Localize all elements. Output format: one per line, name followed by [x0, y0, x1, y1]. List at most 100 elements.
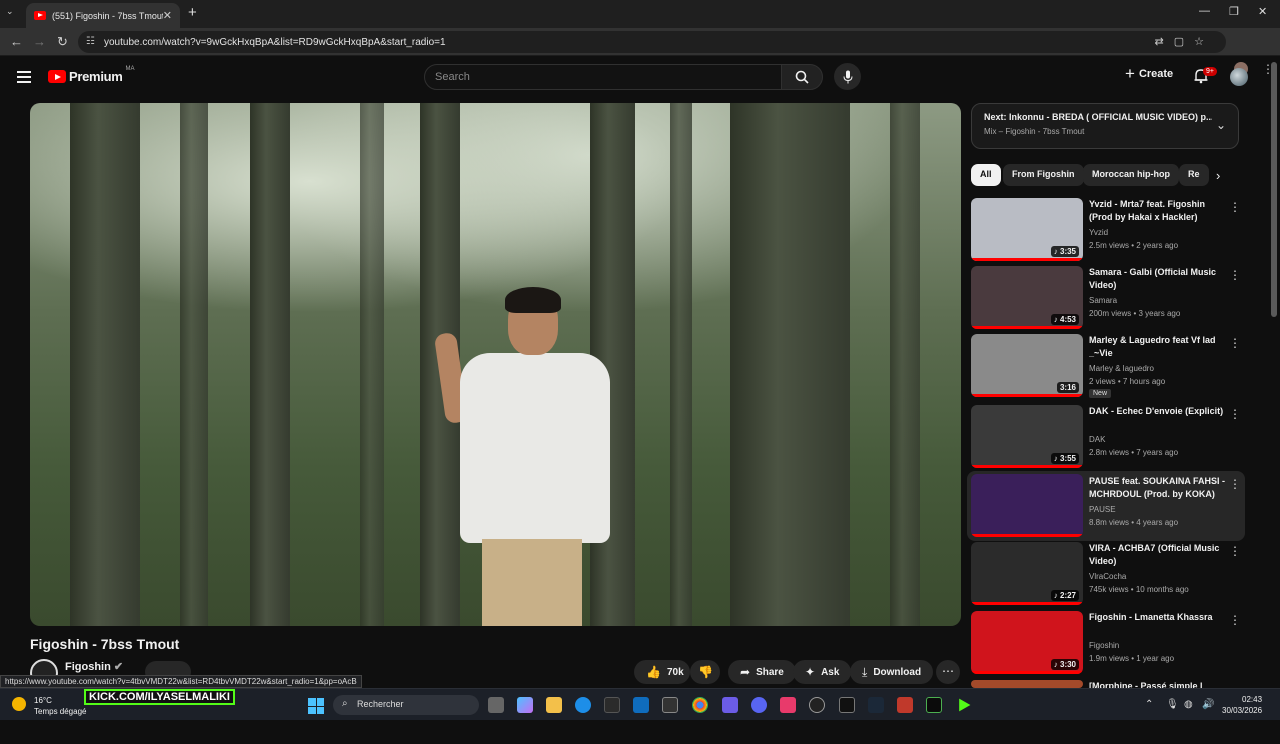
recommendation-channel[interactable]: PAUSE [1089, 505, 1116, 514]
video-thumbnail[interactable] [971, 474, 1083, 537]
chip-from-figoshin[interactable]: From Figoshin [1003, 164, 1084, 186]
recommendation-title[interactable]: Samara - Galbi (Official Music Video) [1089, 266, 1227, 292]
app-icon[interactable] [897, 697, 913, 713]
video-thumbnail[interactable]: ♪ 4:53 [971, 266, 1083, 329]
new-tab-button[interactable]: + [188, 4, 197, 21]
more-options-icon[interactable]: ⋮ [1229, 544, 1241, 558]
volume-icon[interactable]: 🔊 [1202, 699, 1214, 710]
recommendation-title[interactable]: Figoshin - Lmanetta Khassra [1089, 611, 1227, 624]
download-button[interactable]: ⤓ Download [850, 660, 934, 684]
app-icon[interactable] [780, 697, 796, 713]
video-thumbnail[interactable]: ♪ 3:35 [971, 198, 1083, 261]
video-thumbnail[interactable]: 3:16 [971, 334, 1083, 397]
task-view-icon[interactable] [488, 697, 504, 713]
system-clock[interactable]: 02:43 30/03/2026 [1222, 694, 1262, 716]
page-scrollbar[interactable] [1271, 62, 1277, 317]
recommendation-item[interactable]: PAUSE feat. SOUKAINA FAHSI - MCHRDOUL (P… [967, 471, 1245, 541]
recommendation-item[interactable]: ♪ 3:35 Yvzid - Mrta7 feat. Figoshin (Prod… [971, 198, 1243, 262]
more-options-icon[interactable]: ⋮ [1229, 407, 1241, 421]
youtube-logo[interactable]: Premium MA [48, 66, 135, 84]
restore-icon[interactable]: ❐ [1229, 5, 1239, 18]
copilot-icon[interactable] [517, 697, 533, 713]
recommendation-item[interactable]: 3:16 Marley & Laguedro feat Vf lad _~Vie M… [971, 334, 1243, 398]
recommendation-channel[interactable]: Samara [1089, 296, 1117, 305]
more-options-icon[interactable]: ⋮ [1229, 613, 1241, 627]
app-icon[interactable] [839, 697, 855, 713]
app-icon[interactable] [809, 697, 825, 713]
discord-icon[interactable] [751, 697, 767, 713]
video-player[interactable] [30, 103, 961, 626]
chip-moroccan-hip-hop[interactable]: Moroccan hip-hop [1083, 164, 1179, 186]
forward-icon[interactable]: → [33, 34, 46, 49]
dislike-button[interactable]: 👎 [690, 660, 720, 684]
tab-youtube[interactable]: (551) Figoshin - 7bss Tmout - Yo ✕ [26, 3, 180, 28]
more-options-icon[interactable]: ⋮ [1229, 477, 1241, 491]
steam-icon[interactable] [868, 697, 884, 713]
video-thumbnail[interactable]: ♪ 3:30 [971, 611, 1083, 674]
chrome-icon[interactable] [692, 697, 708, 713]
menu-icon[interactable] [17, 71, 31, 86]
recommendation-title[interactable]: Marley & Laguedro feat Vf lad _~Vie [1089, 334, 1227, 360]
address-bar-row: ← → ↻ ☷ youtube.com/watch?v=9wGckHxqBpA&… [0, 28, 1280, 76]
omnibox-actions-icon[interactable]: ⇄▢☆ [1155, 35, 1214, 48]
taskbar-search-input[interactable]: ⌕ Rechercher [333, 695, 479, 715]
play-icon[interactable] [959, 698, 971, 712]
ask-button[interactable]: ✦ Ask [793, 660, 852, 684]
chip-re[interactable]: Re [1179, 164, 1209, 186]
store-icon[interactable] [662, 697, 678, 713]
game-icon[interactable] [722, 697, 738, 713]
more-options-icon[interactable]: ⋮ [1229, 268, 1241, 282]
video-thumbnail[interactable]: ♪ 2:27 [971, 542, 1083, 605]
recommendation-item[interactable]: ♪ 2:27 VIRA - ACHBA7 (Official Music Vide… [971, 542, 1243, 606]
recommendation-channel[interactable]: VlraCocha [1089, 572, 1126, 581]
file-explorer-icon[interactable] [546, 697, 562, 713]
more-actions-button[interactable]: ⋯ [936, 660, 960, 684]
recommendation-title[interactable]: Yvzid - Mrta7 feat. Figoshin (Prod by Ha… [1089, 198, 1227, 224]
video-thumbnail[interactable]: ♪ 3:55 [971, 405, 1083, 468]
recommendation-title[interactable]: VIRA - ACHBA7 (Official Music Video) [1089, 542, 1227, 568]
share-button[interactable]: ➦ Share [728, 660, 796, 684]
tab-list-chevron-icon[interactable]: ⌄ [6, 6, 14, 17]
search-input[interactable]: Search [424, 64, 782, 90]
account-avatar[interactable] [1230, 68, 1248, 86]
chevron-right-icon[interactable]: › [1216, 168, 1220, 183]
recommendation-channel[interactable]: Yvzid [1089, 228, 1108, 237]
back-icon[interactable]: ← [10, 34, 23, 49]
reload-icon[interactable]: ↻ [57, 34, 68, 50]
recommendation-channel[interactable]: Marley & laguedro [1089, 364, 1154, 373]
network-icon[interactable]: ◍ [1184, 699, 1193, 710]
minimize-icon[interactable]: — [1199, 5, 1210, 17]
windows-start-icon[interactable] [308, 698, 324, 714]
chevron-down-icon[interactable]: ⌄ [1216, 118, 1226, 132]
weather-widget[interactable]: 16°C Temps dégagé [34, 695, 86, 717]
more-options-icon[interactable]: ⋮ [1229, 336, 1241, 350]
channel-name[interactable]: Figoshin ✔ [65, 660, 123, 673]
terminal-icon[interactable] [926, 697, 942, 713]
more-options-icon[interactable]: ⋮ [1229, 200, 1241, 214]
create-button[interactable]: + Create [1125, 65, 1173, 82]
recommendation-title[interactable]: DAK - Echec D'envoie (Explicit) [1089, 405, 1227, 418]
recommendation-channel[interactable]: DAK [1089, 435, 1105, 444]
voice-search-button[interactable] [834, 63, 861, 90]
recommendation-item[interactable]: ♪ 3:55 DAK - Echec D'envoie (Explicit) DAK… [971, 405, 1243, 469]
recommendation-item[interactable]: ♪ 4:53 Samara - Galbi (Official Music Vid… [971, 266, 1243, 330]
edge-icon[interactable] [575, 697, 591, 713]
microphone-tray-icon[interactable]: 🎙 [1166, 699, 1179, 710]
outlook-icon[interactable] [633, 697, 649, 713]
tray-chevron-icon[interactable]: ⌃ [1145, 699, 1153, 710]
recommendation-title[interactable]: PAUSE feat. SOUKAINA FAHSI - MCHRDOUL (P… [1089, 475, 1227, 501]
recommendation-channel[interactable]: Figoshin [1089, 641, 1119, 650]
search-button[interactable] [781, 64, 823, 90]
video-thumbnail[interactable] [971, 680, 1083, 688]
chip-all[interactable]: All [971, 164, 1001, 186]
recommendation-item[interactable]: ♪ 3:30 Figoshin - Lmanetta Khassra Figoshi… [971, 611, 1243, 675]
app-icon[interactable] [604, 697, 620, 713]
window-close-icon[interactable]: ✕ [1258, 5, 1267, 18]
site-info-icon[interactable]: ☷ [86, 36, 95, 47]
like-button[interactable]: 👍 70k [634, 660, 690, 684]
playlist-next-panel[interactable]: Next: Inkonnu - BREDA ( OFFICIAL MUSIC V… [971, 103, 1239, 149]
new-badge: New [1089, 389, 1112, 398]
kick-overlay-text: KICK.COM/ILYASELMALIKI [84, 689, 235, 705]
url-field[interactable]: ☷ youtube.com/watch?v=9wGckHxqBpA&list=R… [78, 31, 1226, 53]
tab-close-icon[interactable]: ✕ [163, 9, 172, 22]
